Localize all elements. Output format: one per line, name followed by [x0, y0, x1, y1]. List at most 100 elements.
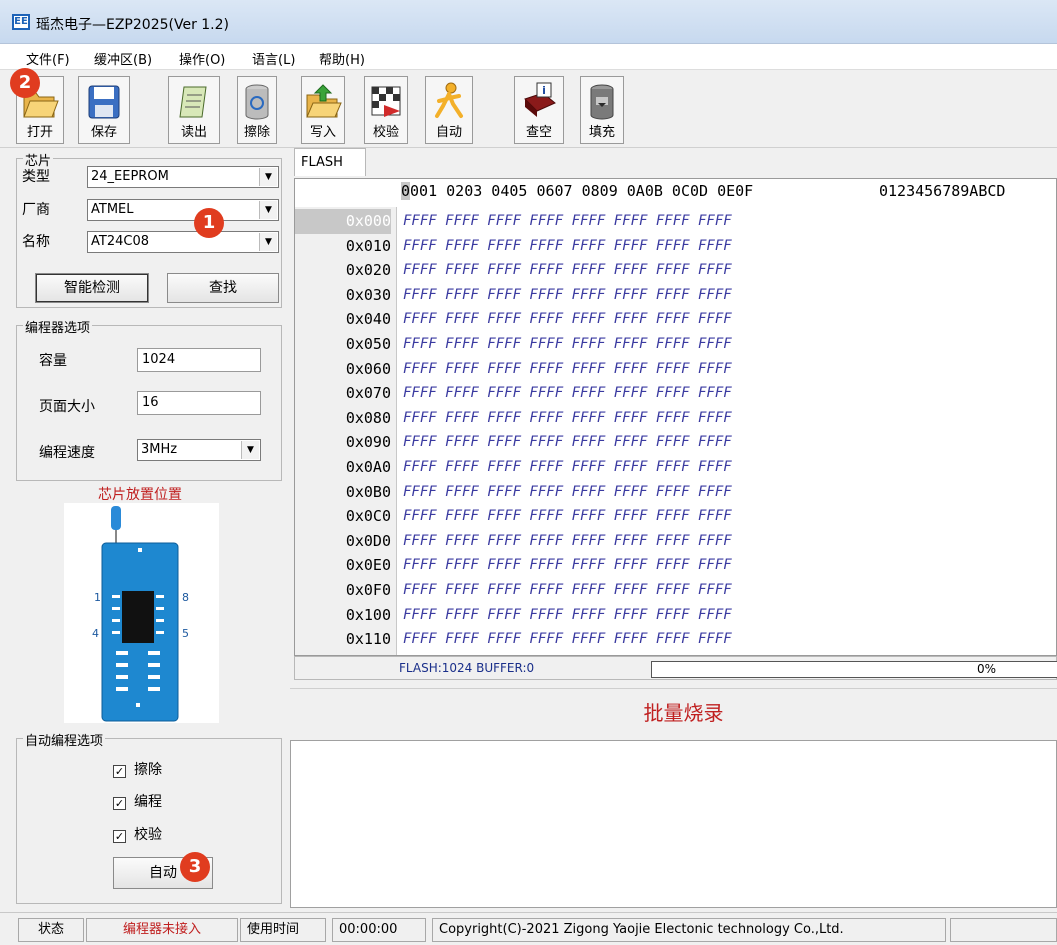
log-area[interactable] — [290, 740, 1057, 908]
auto-options-title: 自动编程选项 — [23, 730, 106, 749]
hex-header-cursor: 0 — [401, 182, 411, 200]
pin-label-5: 5 — [182, 627, 189, 640]
auto-options-group: 自动编程选项 ✓ 擦除 ✓ 编程 ✓ 校验 自动 — [16, 730, 282, 904]
svg-text:i: i — [542, 84, 546, 97]
menu-file[interactable]: 文件(F) — [26, 49, 70, 68]
capacity-field[interactable]: 1024 — [137, 348, 261, 372]
save-button[interactable]: 保存 — [78, 76, 130, 144]
batch-program-label[interactable]: 批量烧录 — [290, 688, 1057, 738]
chip-name-value: AT24C08 — [91, 234, 149, 249]
blank-check-label: 查空 — [525, 125, 552, 140]
checkbox-check-icon: ✓ — [113, 765, 126, 778]
hex-data-row[interactable]: FFFF FFFF FFFF FFFF FFFF FFFF FFFF FFFF — [403, 578, 732, 603]
menu-language[interactable]: 语言(L) — [252, 49, 295, 68]
hex-data-row[interactable]: FFFF FFFF FFFF FFFF FFFF FFFF FFFF FFFF — [403, 627, 732, 652]
vendor-value: ATMEL — [91, 202, 134, 217]
menu-bar: 文件(F) 缓冲区(B) 操作(O) 语言(L) 帮助(H) — [0, 44, 1057, 70]
hex-data-row[interactable]: FFFF FFFF FFFF FFFF FFFF FFFF FFFF FFFF — [403, 603, 732, 628]
toolbar: 打开 保存 读出 擦除 写入 校验 自动 i 查空 填充 — [0, 70, 1057, 148]
read-button[interactable]: 读出 — [168, 76, 220, 144]
address-cell: 0x030 — [345, 285, 391, 304]
state-value: 编程器未接入 — [86, 918, 238, 942]
hex-data-row[interactable]: FFFF FFFF FFFF FFFF FFFF FFFF FFFF FFFF — [403, 307, 732, 332]
floppy-disk-icon — [88, 85, 120, 119]
program-checkbox[interactable]: ✓ 编程 — [113, 791, 162, 811]
hex-data-row[interactable]: FFFF FFFF FFFF FFFF FFFF FFFF FFFF FFFF — [403, 504, 732, 529]
speed-select[interactable]: 3MHz ▼ — [137, 439, 261, 461]
hex-data-row[interactable]: FFFF FFFF FFFF FFFF FFFF FFFF FFFF FFFF — [403, 209, 732, 234]
erase-button[interactable]: 擦除 — [237, 76, 277, 144]
hex-data-row[interactable]: FFFF FFFF FFFF FFFF FFFF FFFF FFFF FFFF — [403, 283, 732, 308]
write-label: 写入 — [309, 125, 336, 140]
auto-toolbar-label: 自动 — [435, 125, 462, 140]
left-panel: 芯片 类型 24_EEPROM ▼ 厂商 ATMEL ▼ 名称 AT24C08 … — [14, 148, 286, 908]
write-button[interactable]: 写入 — [301, 76, 345, 144]
bucket-fill-icon — [590, 84, 614, 120]
address-cell: 0x010 — [345, 236, 391, 255]
checkbox-check-icon: ✓ — [113, 830, 126, 843]
address-cell: 0x040 — [345, 310, 391, 329]
smart-detect-button[interactable]: 智能检测 — [35, 273, 149, 303]
ascii-header: 0123456789ABCD — [879, 182, 1006, 200]
programmer-group-title: 编程器选项 — [23, 317, 93, 336]
chip-socket-icon — [101, 506, 179, 722]
runner-auto-icon — [435, 82, 463, 118]
type-label: 类型 — [22, 169, 50, 185]
hex-data-row[interactable]: FFFF FFFF FFFF FFFF FFFF FFFF FFFF FFFF — [403, 381, 732, 406]
hex-data-row[interactable]: FFFF FFFF FFFF FFFF FFFF FFFF FFFF FFFF — [403, 480, 732, 505]
capacity-label: 容量 — [39, 353, 67, 369]
menu-help[interactable]: 帮助(H) — [319, 49, 365, 68]
hex-data-row[interactable]: FFFF FFFF FFFF FFFF FFFF FFFF FFFF FFFF — [403, 553, 732, 578]
type-select[interactable]: 24_EEPROM ▼ — [87, 166, 279, 188]
buffer-status-strip: FLASH:1024 BUFFER:0 0% — [294, 656, 1057, 680]
hex-data-row[interactable]: FFFF FFFF FFFF FFFF FFFF FFFF FFFF FFFF — [403, 455, 732, 480]
hex-data-row[interactable]: FFFF FFFF FFFF FFFF FFFF FFFF FFFF FFFF — [403, 430, 732, 455]
hex-data-row[interactable]: FFFF FFFF FFFF FFFF FFFF FFFF FFFF FFFF — [403, 357, 732, 382]
address-column: 0x000 0x010 0x020 0x030 0x040 0x050 0x060 0x070… — [295, 207, 397, 655]
vendor-select[interactable]: ATMEL ▼ — [87, 199, 279, 221]
callout-badge-2: 2 — [10, 68, 40, 98]
chip-name-select[interactable]: AT24C08 ▼ — [87, 231, 279, 253]
open-label: 打开 — [26, 125, 53, 140]
hex-editor[interactable]: 0001 0203 0405 0607 0809 0A0B 0C0D 0E0F … — [294, 178, 1057, 656]
erase-label: 擦除 — [243, 125, 270, 140]
verify-button[interactable]: 校验 — [364, 76, 408, 144]
erase-checkbox[interactable]: ✓ 擦除 — [113, 759, 162, 779]
hex-header-columns: 001 0203 0405 0607 0809 0A0B 0C0D 0E0F — [410, 182, 754, 200]
page-size-label: 页面大小 — [39, 399, 95, 415]
hex-data-row[interactable]: FFFF FFFF FFFF FFFF FFFF FFFF FFFF FFFF — [403, 406, 732, 431]
auto-toolbar-button[interactable]: 自动 — [425, 76, 473, 144]
hex-data-row[interactable]: FFFF FFFF FFFF FFFF FFFF FFFF FFFF FFFF — [403, 234, 732, 259]
blank-check-button[interactable]: i 查空 — [514, 76, 564, 144]
state-label: 状态 — [18, 918, 84, 942]
hex-data-row[interactable]: FFFF FFFF FFFF FFFF FFFF FFFF FFFF FFFF — [403, 332, 732, 357]
folder-write-icon — [306, 84, 342, 118]
address-cell: 0x020 — [345, 261, 391, 280]
checkbox-check-icon: ✓ — [113, 797, 126, 810]
vendor-label: 厂商 — [22, 202, 50, 218]
verify-checker-icon — [371, 86, 401, 117]
address-cell: 0x100 — [345, 605, 391, 624]
app-icon: EE — [12, 14, 30, 30]
chip-socket-image: 1 4 8 5 — [64, 503, 219, 723]
address-cell: 0x090 — [345, 433, 391, 452]
notepad-read-icon — [179, 86, 207, 118]
search-button[interactable]: 查找 — [167, 273, 279, 303]
buffer-info: FLASH:1024 BUFFER:0 — [399, 661, 535, 675]
address-cell: 0x0C0 — [345, 507, 391, 526]
address-cell: 0x0D0 — [345, 531, 391, 550]
address-cell: 0x070 — [345, 384, 391, 403]
speed-value: 3MHz — [141, 442, 178, 457]
menu-operation[interactable]: 操作(O) — [179, 49, 225, 68]
program-checkbox-label: 编程 — [134, 794, 162, 810]
address-cell: 0x0A0 — [345, 458, 391, 476]
tab-flash[interactable]: FLASH — [294, 148, 366, 176]
fill-button[interactable]: 填充 — [580, 76, 624, 144]
menu-buffer[interactable]: 缓冲区(B) — [94, 49, 152, 68]
hex-data-row[interactable]: FFFF FFFF FFFF FFFF FFFF FFFF FFFF FFFF — [403, 529, 732, 554]
hex-data-row[interactable]: FFFF FFFF FFFF FFFF FFFF FFFF FFFF FFFF — [403, 258, 732, 283]
chevron-down-icon: ▼ — [259, 233, 277, 251]
verify-checkbox[interactable]: ✓ 校验 — [113, 824, 162, 844]
pin-label-8: 8 — [182, 591, 189, 604]
page-size-field[interactable]: 16 — [137, 391, 261, 415]
